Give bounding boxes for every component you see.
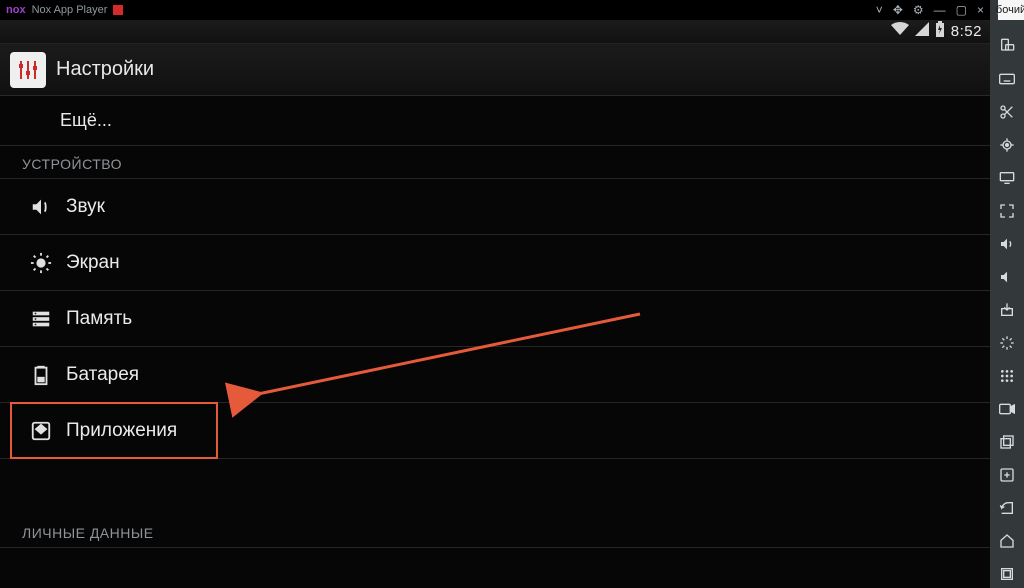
location-icon[interactable] xyxy=(997,135,1017,155)
row-more-label: Ещё... xyxy=(60,110,112,131)
titlebar-controls: ˅ ✥ ⚙ — ▢ × xyxy=(876,3,984,17)
more-icon[interactable]: ••• xyxy=(997,6,1017,21)
grid-icon[interactable] xyxy=(997,366,1017,386)
window-title: Nox App Player xyxy=(32,4,108,16)
install-apk-icon[interactable] xyxy=(997,300,1017,320)
row-storage-label: Память xyxy=(66,308,132,330)
nox-side-toolbar: ••• xyxy=(990,0,1024,588)
recent-icon[interactable] xyxy=(997,564,1017,584)
volume-down-icon[interactable] xyxy=(997,267,1017,287)
main-pane: nox Nox App Player ˅ ✥ ⚙ — ▢ × бочий xyxy=(0,0,990,588)
multi-instance-icon[interactable] xyxy=(997,432,1017,452)
speaker-icon xyxy=(24,196,58,218)
minimize-icon[interactable]: — xyxy=(934,3,946,17)
row-battery-label: Батарея xyxy=(66,364,139,386)
nox-logo: nox xyxy=(6,4,26,16)
home-icon[interactable] xyxy=(997,531,1017,551)
page-title: Настройки xyxy=(56,58,154,81)
row-more[interactable]: Ещё... xyxy=(0,96,990,146)
close-icon[interactable]: × xyxy=(977,3,984,17)
loading-icon[interactable] xyxy=(997,333,1017,353)
titlebar: nox Nox App Player ˅ ✥ ⚙ — ▢ × xyxy=(0,0,990,20)
status-clock: 8:52 xyxy=(951,23,982,40)
settings-list: Ещё... УСТРОЙСТВО Звук Экран Память xyxy=(0,96,990,588)
battery-icon-row xyxy=(24,364,58,386)
row-apps-label: Приложения xyxy=(66,420,177,442)
fullscreen-icon[interactable] xyxy=(997,201,1017,221)
rotate-icon[interactable] xyxy=(997,36,1017,56)
battery-icon xyxy=(935,21,945,42)
wifi-icon xyxy=(891,22,909,41)
row-display-label: Экран xyxy=(66,252,120,274)
section-device: УСТРОЙСТВО xyxy=(0,146,990,179)
scissors-icon[interactable] xyxy=(997,102,1017,122)
settings-app-icon xyxy=(10,52,46,88)
settings-header: Настройки xyxy=(0,44,990,96)
chevron-down-icon[interactable]: ˅ xyxy=(876,3,883,17)
video-record-icon[interactable] xyxy=(997,399,1017,419)
gear-icon[interactable]: ⚙ xyxy=(913,3,924,17)
row-apps[interactable]: Приложения xyxy=(0,403,990,459)
android-status-bar: 8:52 xyxy=(0,20,990,44)
row-battery[interactable]: Батарея xyxy=(0,347,990,403)
row-storage[interactable]: Память xyxy=(0,291,990,347)
my-computer-icon[interactable] xyxy=(997,168,1017,188)
apps-icon xyxy=(24,420,58,442)
brightness-icon xyxy=(24,252,58,274)
pin-icon[interactable]: ✥ xyxy=(893,3,903,17)
signal-icon xyxy=(915,22,929,41)
nox-window: nox Nox App Player ˅ ✥ ⚙ — ▢ × бочий xyxy=(0,0,1024,588)
add-icon[interactable] xyxy=(997,465,1017,485)
alert-icon xyxy=(113,5,123,15)
row-sound-label: Звук xyxy=(66,196,105,218)
storage-icon xyxy=(24,308,58,330)
volume-up-icon[interactable] xyxy=(997,234,1017,254)
row-sound[interactable]: Звук xyxy=(0,179,990,235)
maximize-icon[interactable]: ▢ xyxy=(956,3,967,17)
row-display[interactable]: Экран xyxy=(0,235,990,291)
section-personal: ЛИЧНЫЕ ДАННЫЕ xyxy=(0,515,990,548)
keyboard-icon[interactable] xyxy=(997,69,1017,89)
back-icon[interactable] xyxy=(997,498,1017,518)
